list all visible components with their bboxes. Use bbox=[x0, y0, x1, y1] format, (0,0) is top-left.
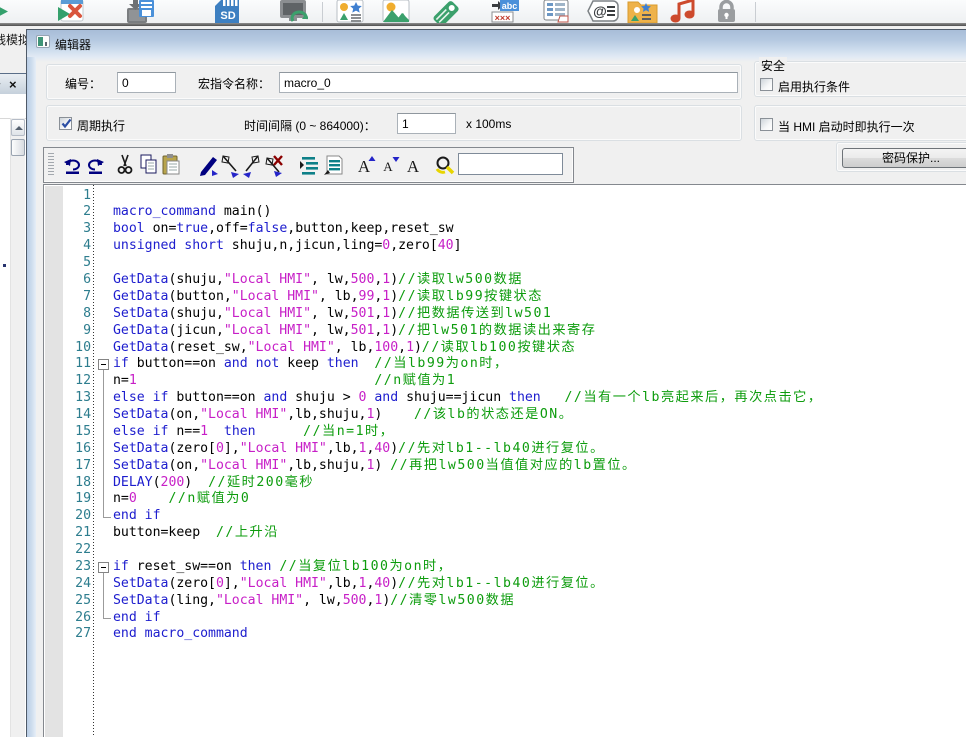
background-window-left-strip: 离线模拟 ▾ × bbox=[0, 26, 27, 737]
code-line: SetData(ling,"Local HMI", lw,500,1)//清零l… bbox=[113, 593, 515, 610]
svg-text:abc: abc bbox=[502, 1, 518, 11]
font-increase-icon[interactable]: A bbox=[355, 152, 379, 178]
code-editor[interactable]: 1234567891011121314151617181920212223242… bbox=[43, 184, 966, 737]
dialog-title: 编辑器 bbox=[55, 36, 91, 53]
code-text: macro_command main()bool on=true,off=fal… bbox=[44, 185, 966, 737]
font-decrease-icon[interactable]: A bbox=[379, 152, 403, 178]
app-toolbar: SD abc ××× @ bbox=[0, 0, 966, 23]
password-protect-button[interactable]: 密码保护... bbox=[842, 148, 966, 168]
editor-toolbar: AAA bbox=[43, 147, 574, 183]
search-input[interactable] bbox=[458, 153, 563, 175]
code-line: n=0 //n赋值为0 bbox=[113, 491, 250, 508]
code-line: GetData(reset_sw,"Local HMI", lb,100,1)/… bbox=[113, 340, 576, 357]
bookmark-next-icon[interactable] bbox=[218, 152, 242, 178]
svg-text:×××: ××× bbox=[495, 13, 511, 23]
redo-icon[interactable] bbox=[83, 152, 107, 178]
scrollbar-up-button[interactable] bbox=[11, 119, 25, 136]
toolbar-grip[interactable] bbox=[48, 153, 54, 177]
copy-icon[interactable] bbox=[137, 152, 161, 178]
code-line: end if bbox=[113, 610, 161, 627]
project-panel bbox=[0, 94, 27, 737]
periodic-groupbox bbox=[46, 105, 742, 141]
panel-dropdown-icon[interactable]: ▾ bbox=[0, 80, 1, 91]
id-input[interactable]: 0 bbox=[117, 72, 176, 93]
bookmark-prev-icon[interactable] bbox=[240, 152, 264, 178]
toolbar-separator bbox=[755, 2, 756, 22]
code-line: if reset_sw==on then //当复位lb100为on时， bbox=[113, 559, 452, 576]
code-line: bool on=true,off=false,button,keep,reset… bbox=[113, 221, 454, 238]
code-line: button=keep //上升沿 bbox=[113, 525, 279, 542]
code-line: SetData(on,"Local HMI",lb,shuju,1) //该lb… bbox=[113, 407, 573, 424]
cut-icon[interactable] bbox=[113, 152, 137, 178]
code-line: SetData(shuju,"Local HMI", lw,501,1)//把数… bbox=[113, 306, 552, 323]
code-line: SetData(zero[0],"Local HMI",lb,1,40)//先对… bbox=[113, 441, 605, 458]
macro-name-label: 宏指令名称： bbox=[196, 75, 272, 92]
editor-window-icon bbox=[36, 35, 50, 48]
indent-icon[interactable] bbox=[298, 152, 322, 178]
svg-text:@: @ bbox=[593, 3, 607, 19]
interval-input[interactable]: 1 bbox=[397, 113, 456, 134]
code-line: unsigned short shuju,n,jicun,ling=0,zero… bbox=[113, 238, 462, 255]
startup-checkbox[interactable] bbox=[760, 118, 773, 131]
periodic-label: 周期执行 bbox=[77, 117, 125, 134]
startup-label: 当 HMI 启动时即执行一次 bbox=[778, 118, 915, 135]
undo-icon[interactable] bbox=[61, 152, 85, 178]
scrollbar-thumb[interactable] bbox=[11, 139, 25, 156]
font-icon[interactable]: A bbox=[401, 152, 425, 178]
dialog-titlebar[interactable] bbox=[27, 30, 966, 57]
code-line: macro_command main() bbox=[113, 204, 271, 221]
panel-scrollbar[interactable] bbox=[10, 118, 25, 737]
outdent-icon[interactable] bbox=[321, 152, 345, 178]
interval-unit-label: x 100ms bbox=[464, 117, 513, 131]
svg-text:A: A bbox=[357, 157, 370, 176]
macro-name-input[interactable]: macro_0 bbox=[279, 72, 738, 93]
dialog-left-frame bbox=[27, 57, 36, 737]
toolbar-separator bbox=[322, 2, 323, 22]
editor-dialog: 编辑器 编号： 0 宏指令名称： macro_0 安全 启用执行条件 周期执行 … bbox=[26, 29, 966, 737]
code-line: n=1 //n赋值为1 bbox=[113, 373, 456, 390]
code-line: GetData(shuju,"Local HMI", lw,500,1)//读取… bbox=[113, 272, 523, 289]
screen: SD abc ××× @ 离线模拟 ▾ × 编辑器 编号： 0 宏指令名称： macr… bbox=[0, 0, 966, 737]
security-group-label: 安全 bbox=[759, 57, 787, 74]
enable-condition-checkbox[interactable] bbox=[760, 78, 773, 91]
tree-item-bullet bbox=[3, 264, 6, 267]
periodic-checkbox[interactable] bbox=[59, 117, 72, 130]
paste-icon[interactable] bbox=[159, 152, 183, 178]
docked-panel-titlebar: ▾ × bbox=[0, 73, 27, 96]
find-icon[interactable] bbox=[433, 152, 457, 178]
app-toolbar-bottom-edge bbox=[0, 23, 966, 26]
code-line: else if button==on and shuju > 0 and shu… bbox=[113, 390, 823, 407]
id-label: 编号： bbox=[63, 75, 103, 92]
code-line: end if bbox=[113, 508, 161, 525]
code-line: SetData(zero[0],"Local HMI",lb,1,40)//先对… bbox=[113, 576, 605, 593]
bookmark-clear-icon[interactable] bbox=[262, 152, 286, 178]
code-line: if button==on and not keep then //当lb99为… bbox=[113, 356, 509, 373]
enable-condition-label: 启用执行条件 bbox=[778, 78, 850, 95]
svg-text:A: A bbox=[383, 159, 393, 174]
svg-text:SD: SD bbox=[220, 10, 235, 22]
code-line: DELAY(200) //延时200毫秒 bbox=[113, 475, 314, 492]
offline-simulation-label: 离线模拟 bbox=[0, 31, 27, 48]
code-line: else if n==1 then //当n=1时， bbox=[113, 424, 394, 441]
interval-label: 时间间隔 (0 ~ 864000)： bbox=[242, 117, 378, 134]
code-line: GetData(button,"Local HMI", lb,99,1)//读取… bbox=[113, 289, 543, 306]
code-line: SetData(on,"Local HMI",lb,shuju,1) //再把l… bbox=[113, 458, 637, 475]
code-line: GetData(jicun,"Local HMI", lw,501,1)//把l… bbox=[113, 323, 596, 340]
code-line: end macro_command bbox=[113, 626, 248, 643]
panel-close-icon[interactable]: × bbox=[9, 77, 17, 92]
svg-text:A: A bbox=[407, 157, 420, 176]
